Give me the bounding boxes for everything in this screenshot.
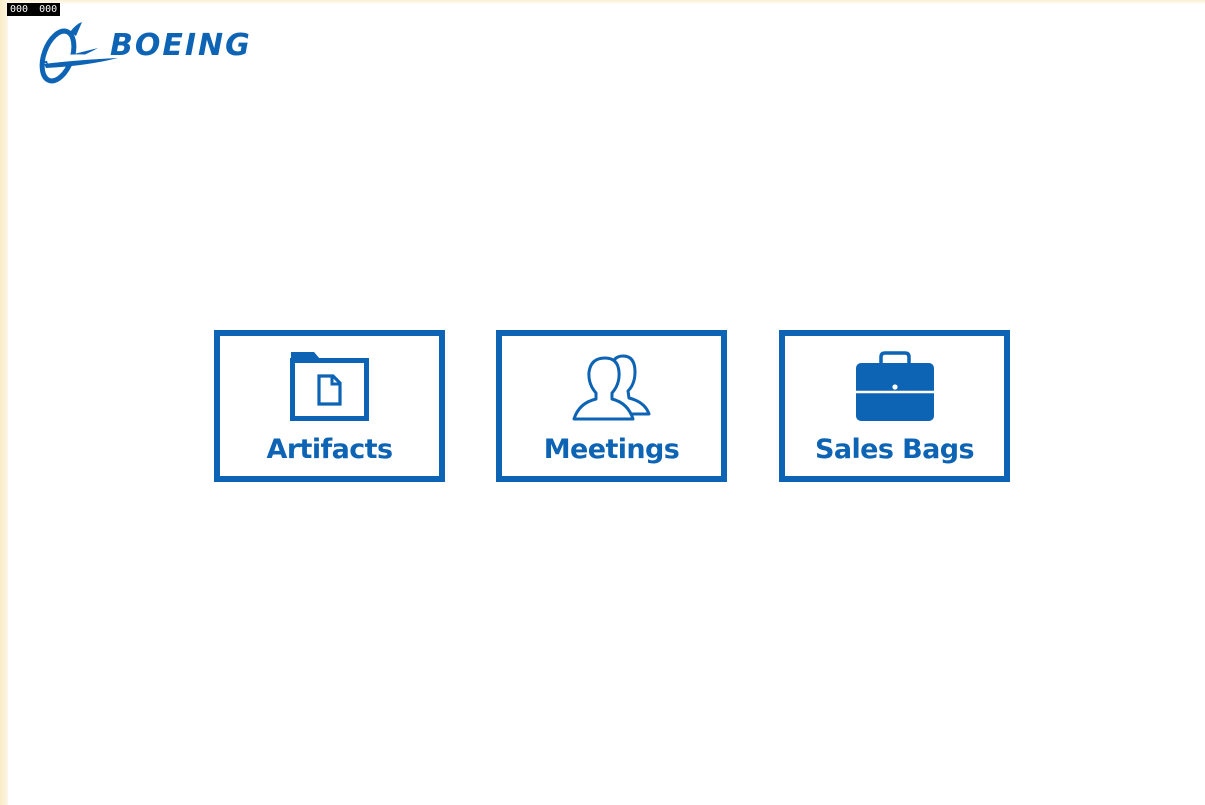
frame-counter: 000 000	[7, 3, 61, 16]
window-top-edge	[0, 0, 1205, 4]
artifacts-label: Artifacts	[266, 434, 394, 465]
sales-bags-tile[interactable]: Sales Bags	[779, 330, 1010, 482]
people-icon	[571, 350, 653, 427]
sales-bags-label: Sales Bags	[815, 434, 975, 465]
home-screen: 000 000 BOEING Artifacts Meetings Sales …	[0, 0, 1205, 805]
boeing-logo-icon: BOEING	[39, 22, 252, 84]
frame-counter-left: 000	[10, 4, 29, 15]
boeing-wordmark: BOEING	[110, 28, 252, 63]
boeing-logo: BOEING	[36, 18, 326, 86]
folder-document-icon	[289, 350, 370, 427]
artifacts-tile[interactable]: Artifacts	[214, 330, 445, 482]
window-left-edge	[0, 0, 8, 805]
meetings-tile[interactable]: Meetings	[496, 330, 727, 482]
meetings-label: Meetings	[543, 434, 680, 465]
frame-counter-right: 000	[39, 4, 58, 15]
briefcase-icon	[854, 350, 936, 427]
